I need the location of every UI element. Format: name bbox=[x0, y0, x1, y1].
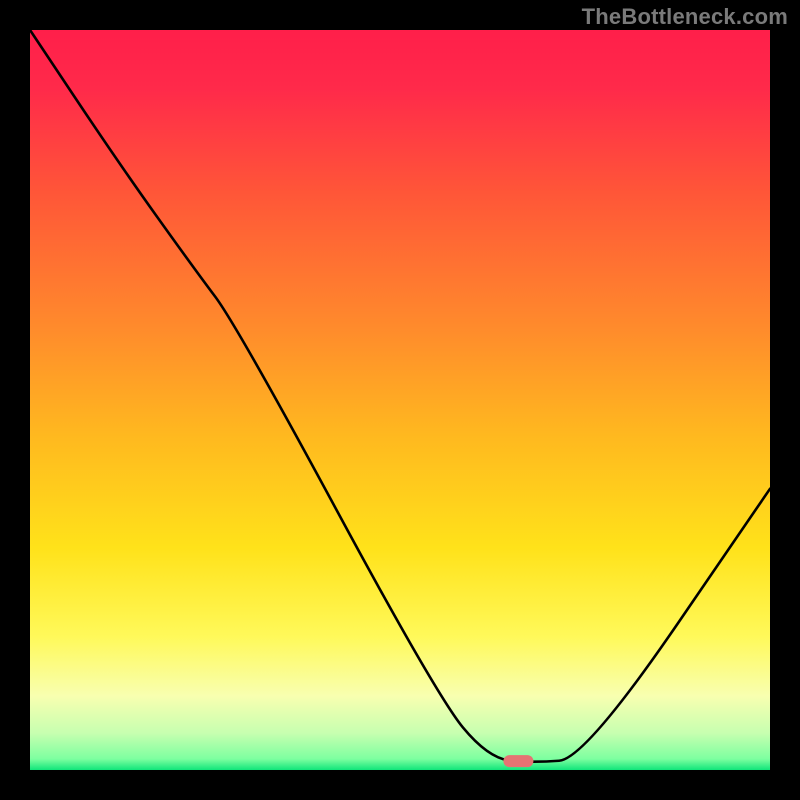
target-marker bbox=[503, 755, 533, 767]
bottleneck-chart bbox=[0, 0, 800, 800]
chart-frame: TheBottleneck.com bbox=[0, 0, 800, 800]
watermark-text: TheBottleneck.com bbox=[582, 4, 788, 30]
plot-area-rect bbox=[30, 30, 770, 770]
